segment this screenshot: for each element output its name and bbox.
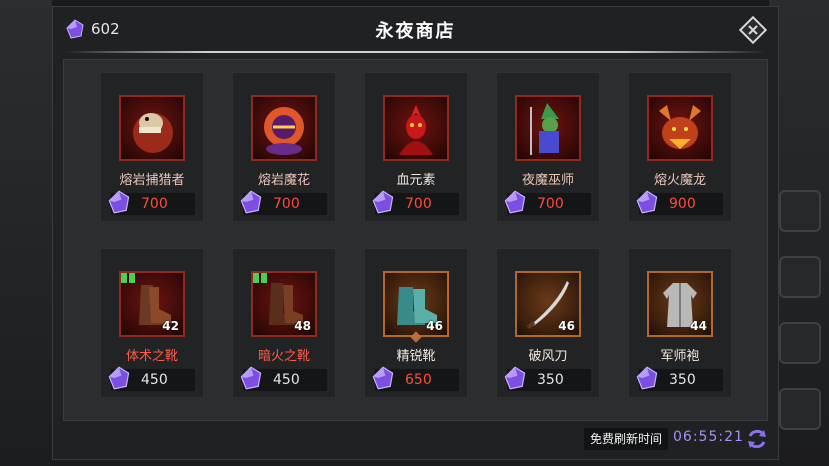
item-price: 350 <box>669 372 696 388</box>
price-tag: 700 <box>504 190 591 215</box>
purple-gem-icon <box>108 190 130 214</box>
item-level: 42 <box>162 319 179 333</box>
skill-book-icon <box>121 273 135 283</box>
item-name: 血元素 <box>396 173 436 188</box>
item-price: 700 <box>405 196 432 212</box>
shop-item-card[interactable]: 血元素 700 <box>364 72 468 222</box>
item-price: 650 <box>405 372 432 388</box>
boots-icon: 42 <box>119 271 185 337</box>
side-menu-icon <box>779 190 821 232</box>
purple-gem-icon <box>636 366 658 390</box>
price-tag: 450 <box>240 366 327 391</box>
shop-item-card[interactable]: 夜魔巫师 700 <box>496 72 600 222</box>
shop-item-card[interactable]: 46 破风刀 350 <box>496 248 600 398</box>
refresh-icon[interactable] <box>745 427 769 451</box>
item-price: 700 <box>537 196 564 212</box>
side-menu-icon <box>779 388 821 430</box>
price-tag: 700 <box>240 190 327 215</box>
item-price: 350 <box>537 372 564 388</box>
skill-book-icon <box>253 273 267 283</box>
item-name: 夜魔巫师 <box>521 173 574 188</box>
item-level: 46 <box>558 319 575 333</box>
item-name: 体术之靴 <box>125 349 178 364</box>
price-tag: 900 <box>636 190 723 215</box>
purple-gem-icon <box>504 190 526 214</box>
purple-gem-icon <box>240 190 262 214</box>
price-tag: 700 <box>372 190 459 215</box>
item-level: 48 <box>294 319 311 333</box>
shop-item-card[interactable]: 48 暗火之靴 450 <box>232 248 336 398</box>
shop-grid: 熔岩捕猎者 700 熔岩魔花 700 血元素 700 夜魔巫师 700 熔火魔龙… <box>63 59 768 421</box>
shop-item-card[interactable]: 44 军师袍 350 <box>628 248 732 398</box>
shop-item-card[interactable]: 熔火魔龙 900 <box>628 72 732 222</box>
item-price: 900 <box>669 196 696 212</box>
page-title: 永夜商店 <box>375 21 456 42</box>
purple-gem-icon <box>636 190 658 214</box>
free-refresh-label: 免费刷新时间 <box>584 428 669 450</box>
side-menu-icon <box>779 256 821 298</box>
purple-gem-icon <box>108 366 130 390</box>
purple-gem-icon <box>372 190 394 214</box>
shop-item-card[interactable]: 46 精锐靴 650 <box>364 248 468 398</box>
item-price: 700 <box>273 196 300 212</box>
item-price: 450 <box>273 372 300 388</box>
close-icon[interactable] <box>738 15 768 45</box>
shop-item-card[interactable]: 熔岩捕猎者 700 <box>100 72 204 222</box>
side-menu-icon <box>779 322 821 364</box>
shop-item-card[interactable]: 42 体术之靴 450 <box>100 248 204 398</box>
item-name: 破风刀 <box>528 349 568 364</box>
item-price: 700 <box>141 196 168 212</box>
item-name: 熔岩魔花 <box>257 173 310 188</box>
shop-item-card[interactable]: 熔岩魔花 700 <box>232 72 336 222</box>
night-wizard-portrait <box>515 95 581 161</box>
item-name: 精锐靴 <box>396 349 436 364</box>
item-level: 46 <box>426 319 443 333</box>
blood-elemental-portrait <box>383 95 449 161</box>
purple-gem-icon <box>240 366 262 390</box>
item-name: 军师袍 <box>660 349 700 364</box>
shop-header: 602 永夜商店 <box>53 7 778 51</box>
price-tag: 350 <box>504 366 591 391</box>
shop-modal: 602 永夜商店 熔岩捕猎者 700 熔岩魔花 700 血元素 700 夜魔巫师… <box>52 6 779 460</box>
item-price: 450 <box>141 372 168 388</box>
purple-gem-icon <box>504 366 526 390</box>
price-tag: 700 <box>108 190 195 215</box>
purple-gem-icon <box>372 366 394 390</box>
header-divider <box>65 51 766 53</box>
price-tag: 650 <box>372 366 459 391</box>
lava-flower-portrait <box>251 95 317 161</box>
price-tag: 450 <box>108 366 195 391</box>
background-left <box>0 0 52 466</box>
item-level: 44 <box>690 319 707 333</box>
dark-boots-icon: 48 <box>251 271 317 337</box>
item-name: 熔岩捕猎者 <box>119 173 185 188</box>
sabre-icon: 46 <box>515 271 581 337</box>
price-tag: 350 <box>636 366 723 391</box>
item-name: 暗火之靴 <box>257 349 310 364</box>
fire-dragon-portrait <box>647 95 713 161</box>
elite-boots-icon: 46 <box>383 271 449 337</box>
robe-icon: 44 <box>647 271 713 337</box>
lava-hunter-portrait <box>119 95 185 161</box>
refresh-timer: 06:55:21 <box>673 429 744 445</box>
item-name: 熔火魔龙 <box>653 173 706 188</box>
